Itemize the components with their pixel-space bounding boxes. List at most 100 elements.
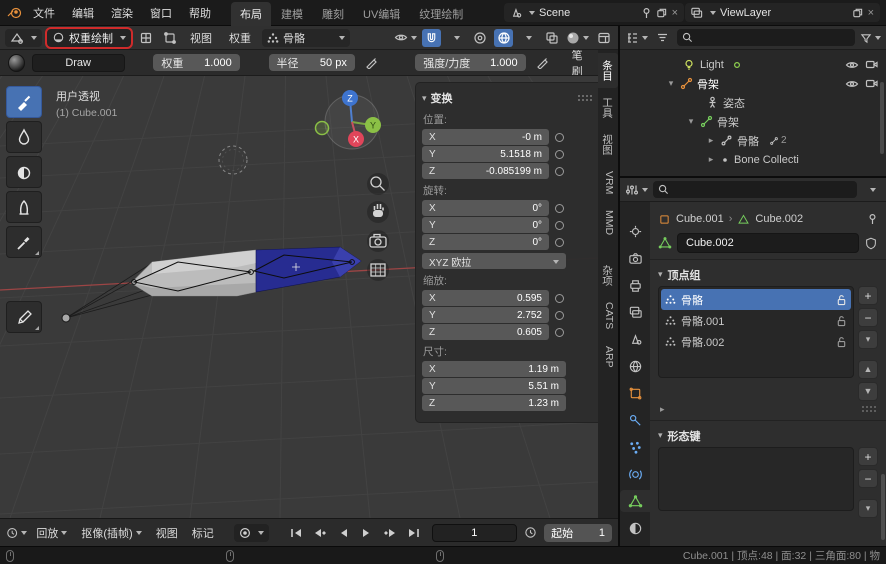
menu-markers[interactable]: 标记 xyxy=(187,525,219,541)
vertex-groups-panel-header[interactable]: ▾ 顶点组 xyxy=(658,263,878,286)
tab-output[interactable] xyxy=(622,274,648,296)
properties-editor-dropdown[interactable] xyxy=(625,181,648,199)
properties-options-dropdown[interactable] xyxy=(862,181,881,199)
menu-weights[interactable]: 权重 xyxy=(223,30,257,46)
jump-to-start-button[interactable] xyxy=(286,524,306,542)
outliner-row-pose[interactable]: 姿态 xyxy=(620,93,886,112)
menu-help[interactable]: 帮助 xyxy=(181,2,219,24)
decorator-icon[interactable] xyxy=(552,308,566,322)
menu-edit[interactable]: 编辑 xyxy=(64,2,102,24)
outliner-row-bone-collection[interactable]: ▸ Bone Collecti xyxy=(620,150,886,169)
location-z-field[interactable]: Z-0.085199 m xyxy=(422,163,549,179)
vertex-group-row[interactable]: 骨骼.001 xyxy=(661,310,851,331)
strength-pressure-toggle[interactable] xyxy=(533,54,552,72)
menu-timeline-view[interactable]: 视图 xyxy=(151,525,183,541)
radius-slider[interactable]: 半径50 px xyxy=(269,54,355,71)
tab-material[interactable] xyxy=(622,517,648,539)
tab-object-data[interactable] xyxy=(620,490,650,512)
visibility-dropdown[interactable] xyxy=(394,29,417,47)
location-y-field[interactable]: Y5.1518 m xyxy=(422,146,549,162)
scale-x-field[interactable]: X0.595 xyxy=(422,290,549,306)
scene-selector[interactable]: Scene × xyxy=(504,3,684,22)
rotation-mode-dropdown[interactable]: XYZ 欧拉 xyxy=(422,253,566,269)
dimensions-x-field[interactable]: X1.19 m xyxy=(422,361,566,377)
weight-slider[interactable]: 权重1.000 xyxy=(153,54,239,71)
vertex-group-row[interactable]: 骨骼 xyxy=(661,289,851,310)
preview-range-toggle[interactable] xyxy=(521,524,540,542)
jump-to-end-button[interactable] xyxy=(404,524,424,542)
menu-file[interactable]: 文件 xyxy=(25,2,63,24)
vertex-group-row[interactable]: 骨骼.002 xyxy=(661,331,851,352)
copy-icon[interactable] xyxy=(852,7,863,19)
move-up-button[interactable]: ▲ xyxy=(858,360,878,379)
add-vertex-group-button[interactable]: + xyxy=(858,286,878,305)
workspace-tab-sculpting[interactable]: 雕刻 xyxy=(313,2,353,26)
camera-icon[interactable] xyxy=(865,78,878,89)
shape-keys-panel-header[interactable]: ▾ 形态键 xyxy=(658,424,878,447)
play-reverse-button[interactable] xyxy=(333,524,353,542)
side-tab-view[interactable]: 视图 xyxy=(598,127,618,162)
vertex-group-specials-menu[interactable]: ▾ xyxy=(858,330,878,349)
tab-viewlayer[interactable] xyxy=(622,301,648,323)
prev-keyframe-button[interactable] xyxy=(310,524,330,542)
brush-preview[interactable] xyxy=(8,54,25,72)
outliner-scrollbar[interactable] xyxy=(880,82,884,154)
workspace-tab-texturepaint[interactable]: 纹理绘制 xyxy=(410,2,472,26)
tab-particles[interactable] xyxy=(622,436,648,458)
next-keyframe-button[interactable] xyxy=(381,524,401,542)
tool-smear[interactable] xyxy=(6,191,42,223)
outliner-filter-dropdown[interactable] xyxy=(860,29,881,47)
region-options-button[interactable] xyxy=(594,29,613,47)
viewport-3d[interactable]: Z Y X 用户透视 (1) Cube.001 xyxy=(0,76,598,518)
tool-average[interactable] xyxy=(6,156,42,188)
breadcrumb-object[interactable]: Cube.001 xyxy=(676,213,724,225)
rotation-z-field[interactable]: Z0° xyxy=(422,234,549,250)
overlays-dropdown[interactable] xyxy=(518,29,537,47)
overlays-toggle[interactable] xyxy=(494,29,513,47)
scale-y-field[interactable]: Y2.752 xyxy=(422,307,549,323)
remove-shape-key-button[interactable]: − xyxy=(858,469,878,488)
outliner-row-armature-object[interactable]: ▾ 骨架 xyxy=(620,74,886,93)
menu-keying[interactable]: 抠像(插帧) xyxy=(76,525,146,541)
decorator-icon[interactable] xyxy=(552,147,566,161)
proportional-edit-toggle[interactable] xyxy=(470,29,489,47)
outliner-row-light[interactable]: Light xyxy=(620,55,886,74)
eye-icon[interactable] xyxy=(845,78,859,90)
pin-icon[interactable] xyxy=(867,213,878,225)
remove-vertex-group-button[interactable]: − xyxy=(858,308,878,327)
strength-slider[interactable]: 强度/力度1.000 xyxy=(415,54,525,71)
editor-type-dropdown[interactable] xyxy=(5,29,42,47)
list-filter-row[interactable]: ▸ xyxy=(658,401,878,417)
viewlayer-selector[interactable]: ViewLayer × xyxy=(685,3,880,22)
location-x-field[interactable]: X-0 m xyxy=(422,129,549,145)
close-icon[interactable]: × xyxy=(867,7,875,19)
snap-toggle[interactable] xyxy=(422,29,441,47)
workspace-tab-uv[interactable]: UV编辑 xyxy=(354,2,409,26)
side-tab-misc[interactable]: 杂项 xyxy=(598,258,618,293)
decorator-icon[interactable] xyxy=(552,218,566,232)
shape-key-list[interactable] xyxy=(658,447,854,511)
decorator-icon[interactable] xyxy=(552,201,566,215)
eye-icon[interactable] xyxy=(845,59,859,71)
timeline-editor-dropdown[interactable] xyxy=(6,524,27,542)
current-frame-field[interactable]: 1 xyxy=(432,524,518,542)
auto-keying-record-button[interactable] xyxy=(234,524,269,542)
rotation-x-field[interactable]: X0° xyxy=(422,200,549,216)
menu-render[interactable]: 渲染 xyxy=(103,2,141,24)
workspace-tab-modeling[interactable]: 建模 xyxy=(272,2,312,26)
workspace-tab-layout[interactable]: 布局 xyxy=(231,2,271,26)
tab-modifiers[interactable] xyxy=(622,409,648,431)
brush-menu[interactable]: 笔刷 xyxy=(566,50,598,76)
disclosure-triangle[interactable]: ▾ xyxy=(686,116,696,127)
tool-draw[interactable] xyxy=(6,86,42,118)
side-tab-cats[interactable]: CATS xyxy=(598,295,618,336)
outliner-display-dropdown[interactable] xyxy=(653,29,672,47)
outliner-row-armature-data[interactable]: ▾ 骨架 xyxy=(620,112,886,131)
lock-open-icon[interactable] xyxy=(836,315,847,327)
side-tab-item[interactable]: 条目 xyxy=(598,53,618,88)
pin-icon[interactable] xyxy=(641,7,652,19)
brush-select-button[interactable]: Draw xyxy=(32,54,125,72)
breadcrumb-data[interactable]: Cube.002 xyxy=(755,213,803,225)
side-tab-arp[interactable]: ARP xyxy=(598,339,618,375)
outliner-search-input[interactable] xyxy=(677,29,855,46)
